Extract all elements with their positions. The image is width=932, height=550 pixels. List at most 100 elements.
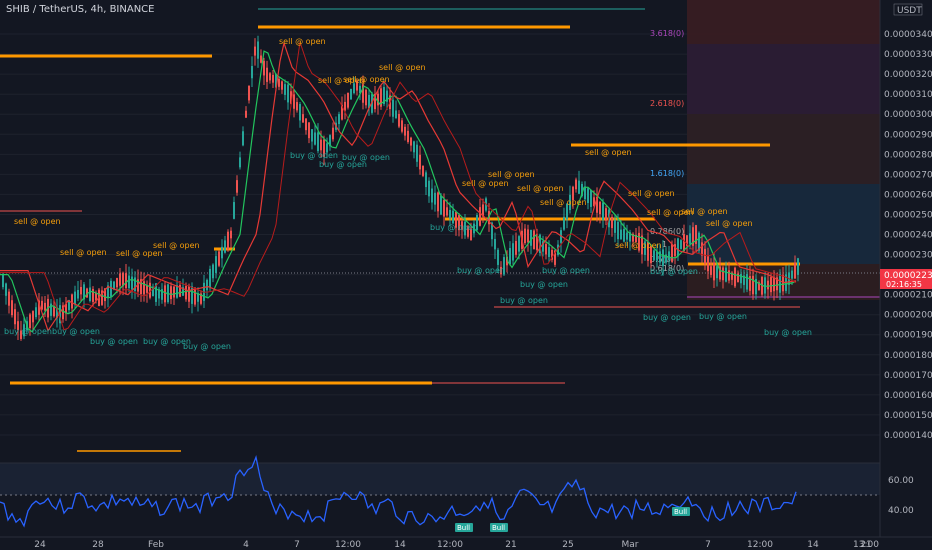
price-tick-label: 0.00001500 (884, 411, 932, 421)
candle-body (314, 132, 316, 145)
time-tick-label: 12:00 (437, 540, 463, 550)
candle-body (185, 285, 187, 300)
candle-body (302, 114, 304, 123)
candle-body (509, 248, 511, 265)
candle-body (725, 267, 727, 282)
candle-body (236, 180, 238, 193)
candle-body (347, 92, 349, 108)
candle-body (605, 208, 607, 221)
candle-body (683, 234, 685, 251)
candle-body (671, 244, 673, 262)
bull-marker-label: Bull (492, 524, 505, 532)
candle-body (260, 55, 262, 63)
axis-bg (880, 0, 932, 537)
oscillator-panel: Bull Bull Bull (0, 450, 880, 533)
fib-zone (687, 44, 880, 114)
time-tick-label: 7 (294, 540, 300, 550)
candle-body (533, 230, 535, 250)
buy-signal-label: buy @ open (90, 337, 138, 346)
oscillator-tick-label: 40.00 (888, 506, 914, 516)
candle-body (272, 74, 274, 83)
bull-marker-label: Bull (674, 508, 687, 516)
candle-body (239, 157, 241, 168)
candle-body (773, 277, 775, 292)
time-tick-label: 21 (505, 540, 516, 550)
candle-body (728, 270, 730, 281)
sell-signal-label: sell @ open (462, 179, 509, 188)
candle-body (8, 291, 10, 306)
sell-signal-label: sell @ open (706, 219, 753, 228)
candle-body (611, 216, 613, 229)
candle-body (530, 229, 532, 246)
time-axis-bg (0, 537, 932, 550)
fib-zone (687, 0, 880, 44)
candle-body (5, 283, 7, 296)
candle-body (575, 179, 577, 190)
candle-body (281, 81, 283, 90)
time-tick-label: 28 (92, 540, 104, 550)
candle-body (443, 200, 445, 217)
oscillator-tick-label: 60.00 (888, 476, 914, 486)
candle-body (350, 88, 352, 100)
candle-body (407, 130, 409, 142)
candle-body (311, 129, 313, 142)
candle-body (677, 238, 679, 257)
unit-label: USDT (897, 6, 922, 16)
candle-body (689, 233, 691, 244)
sell-signal-label: sell @ open (343, 75, 390, 84)
candle-body (170, 286, 172, 300)
candle-body (518, 236, 520, 252)
candle-body (401, 120, 403, 132)
candle-body (440, 195, 442, 215)
moving-averages (0, 40, 797, 333)
buy-signal-label: buy @ open (52, 327, 100, 336)
candle-body (602, 202, 604, 221)
candle-body (791, 270, 793, 279)
candle-body (338, 114, 340, 125)
candle-body (365, 89, 367, 106)
buy-signal-label: buy @ open (764, 328, 812, 337)
candle-body (752, 275, 754, 295)
fib-label: 1.618(0) (650, 169, 684, 178)
fast-ma-line (0, 50, 797, 333)
candle-body (173, 286, 175, 298)
time-tick-label: Feb (148, 540, 164, 550)
sell-signal-label: sell @ open (488, 170, 535, 179)
candle-body (254, 46, 256, 56)
candle-body (269, 73, 271, 81)
fib-zones (687, 0, 880, 300)
candle-body (29, 314, 31, 329)
candle-body (710, 266, 712, 275)
buy-signal-label: buy @ open (290, 151, 338, 160)
time-tick-label: 4 (243, 540, 249, 550)
candle-body (653, 250, 655, 261)
candle-body (410, 137, 412, 146)
price-chart[interactable]: 3.618(0)2.618(0)1.618(0)10.786(0)0.618(0… (0, 0, 932, 550)
candle-body (293, 94, 295, 109)
fib-label: 2.618(0) (650, 99, 684, 108)
candle-body (545, 244, 547, 255)
candle-body (14, 309, 16, 325)
candle-body (392, 99, 394, 117)
candle-body (617, 221, 619, 240)
sell-signal-label: sell @ open (379, 63, 426, 72)
candle-body (284, 84, 286, 95)
candle-body (578, 180, 580, 194)
sell-signal-label: sell @ open (585, 148, 632, 157)
candle-body (701, 242, 703, 256)
fib-label: 3.618(0) (650, 29, 684, 38)
candle-body (395, 110, 397, 119)
time-tick-label: 7 (705, 540, 711, 550)
candle-body (422, 165, 424, 176)
sell-signal-label: sell @ open (153, 241, 200, 250)
price-tick-label: 0.00002500 (884, 210, 932, 220)
candle-body (131, 276, 133, 290)
candle-body (626, 232, 628, 240)
candle-body (722, 267, 724, 281)
sell-signal-label: sell @ open (116, 249, 163, 258)
buy-signal-label: buy @ open (4, 327, 52, 336)
buy-signal-label: buy @ open (650, 267, 698, 276)
candle-body (404, 126, 406, 136)
candle-body (779, 274, 781, 293)
candle-body (230, 230, 232, 239)
